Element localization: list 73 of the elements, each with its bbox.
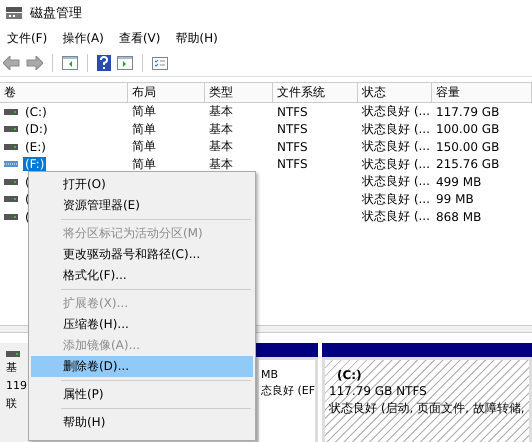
partition-header-bar <box>256 343 318 357</box>
table-cell-text: 499 MB <box>435 174 482 189</box>
table-cell-text: NTFS <box>276 122 309 136</box>
partition-name: (C:) <box>336 368 363 382</box>
menu-item[interactable]: 操作(A) <box>62 30 104 46</box>
volume-name[interactable]: (F:) <box>23 157 46 172</box>
table-cell-text: NTFS <box>276 157 309 172</box>
table-cell-text: 基本 <box>208 156 234 173</box>
disk-icon <box>6 7 22 19</box>
window-title: 磁盘管理 <box>30 5 82 22</box>
column-header[interactable]: 状态 <box>358 83 432 102</box>
disk-info-text: 119 <box>6 378 27 393</box>
menu-item[interactable]: 资源管理器(E) <box>31 195 253 216</box>
table-cell-text: 状态良好 (... <box>361 173 431 190</box>
forward-arrow-icon[interactable] <box>26 56 43 70</box>
drive-icon <box>4 126 18 132</box>
table-cell-text: 状态良好 (... <box>361 156 431 173</box>
menu-item[interactable]: 更改驱动器号和路径(C)... <box>31 244 253 265</box>
menu-item[interactable]: 帮助(H) <box>31 412 253 433</box>
menu-item[interactable]: 格式化(F)... <box>31 265 253 286</box>
column-header[interactable]: 卷 <box>0 83 128 102</box>
help-icon[interactable] <box>97 55 111 71</box>
disk-info-text: 基 <box>6 360 17 375</box>
table-cell-text: 117.79 GB <box>435 104 500 119</box>
menu-item[interactable]: 帮助(H) <box>175 30 218 46</box>
table-cell-text: 100.00 GB <box>435 122 500 136</box>
volume-name[interactable]: (E:) <box>23 140 48 154</box>
menu-item[interactable]: 打开(O) <box>31 174 253 195</box>
partition-text: MB <box>261 368 280 381</box>
column-header[interactable]: 容量 <box>432 83 532 102</box>
table-cell-text: 简单 <box>131 138 157 156</box>
table-cell-text: 99 MB <box>435 192 475 206</box>
column-header[interactable]: 类型 <box>205 83 273 102</box>
table-cell-text: 简单 <box>131 120 157 138</box>
partition-text: 117.79 GB NTFS <box>329 384 428 398</box>
menu-item[interactable]: 属性(P) <box>31 384 253 405</box>
panel-icon[interactable] <box>117 56 133 70</box>
table-cell-text: 215.76 GB <box>435 157 500 172</box>
striped-disk-icon <box>4 161 18 168</box>
drive-icon <box>4 144 18 150</box>
table-cell-text: NTFS <box>276 140 309 154</box>
back-arrow-icon[interactable] <box>3 56 20 70</box>
partition-text: 态良好 (EF <box>261 383 313 398</box>
table-cell-text: 基本 <box>208 138 234 156</box>
table-cell-text: NTFS <box>276 104 309 119</box>
column-header[interactable]: 文件系统 <box>273 83 358 102</box>
table-cell-text: 868 MB <box>435 210 482 224</box>
volume-name[interactable]: (D:) <box>23 122 50 136</box>
menu-item[interactable]: 删除卷(D)... <box>31 356 253 377</box>
table-cell-text: 简单 <box>131 156 157 173</box>
disk-info-text: 联 <box>6 396 17 411</box>
table-cell-text: 基本 <box>208 120 234 138</box>
panel-icon[interactable] <box>62 56 78 70</box>
drive-icon <box>6 351 20 357</box>
table-cell-text: 状态良好 (... <box>361 208 431 226</box>
drive-icon <box>4 108 18 115</box>
table-cell-text: 基本 <box>208 103 234 120</box>
table-cell-text: 状态良好 (... <box>361 138 431 156</box>
drive-icon <box>4 214 18 220</box>
checklist-icon[interactable] <box>152 56 168 70</box>
table-cell-text: 150.00 GB <box>435 140 500 154</box>
table-cell-text: 简单 <box>131 103 157 120</box>
menu-item[interactable]: 压缩卷(H)... <box>31 314 253 335</box>
column-header[interactable]: 布局 <box>128 83 205 102</box>
drive-icon <box>4 178 18 185</box>
drive-icon <box>4 196 18 202</box>
volume-name[interactable]: (C:) <box>23 104 49 119</box>
table-cell-text: 状态良好 (... <box>361 120 431 138</box>
menu-item[interactable]: 文件(F) <box>7 30 48 46</box>
partition-text: 状态良好 (启动, 页面文件, 故障转储, <box>329 400 525 417</box>
menu-item[interactable]: 查看(V) <box>118 30 160 46</box>
table-cell-text: 状态良好 (... <box>361 190 431 208</box>
table-cell-text: 状态良好 (... <box>361 103 431 120</box>
